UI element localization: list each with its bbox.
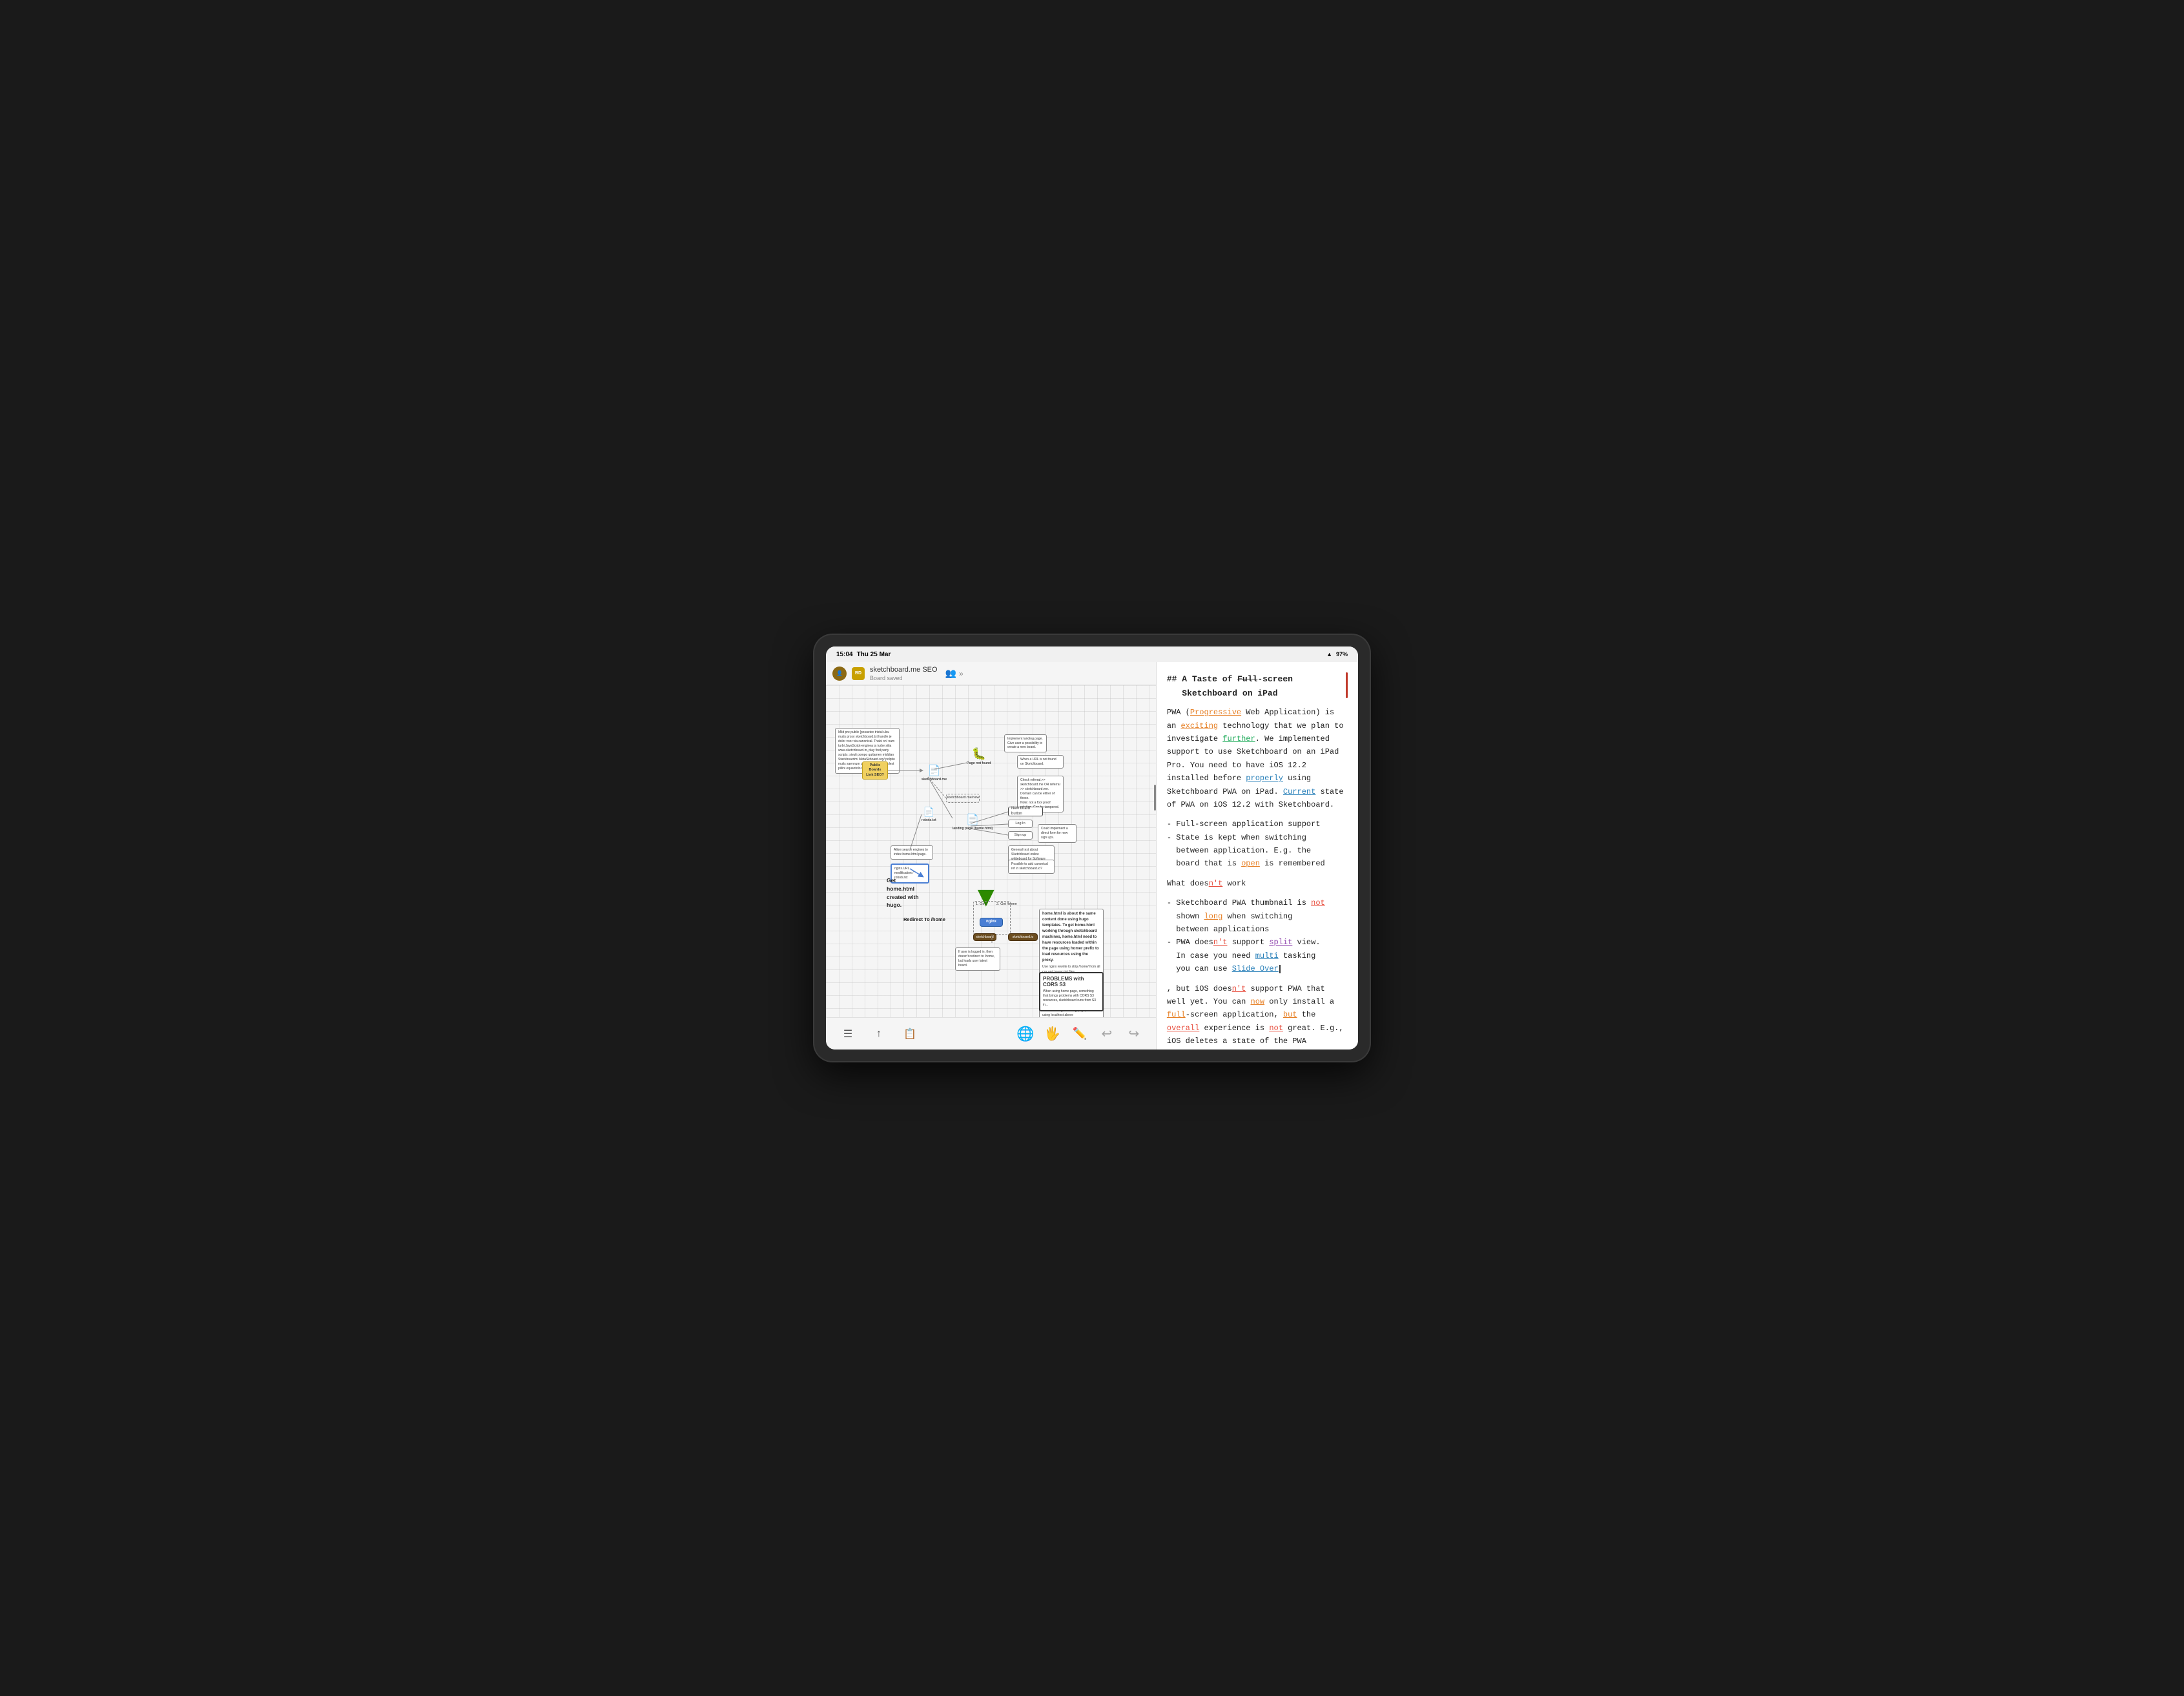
problems-box: PROBLEMS with CORS S3 When using home pa… [1039,972,1104,1011]
top-bar: 👤 BD sketchboard.me SEO Board saved 👥 » [826,662,1156,685]
battery-display: 97% [1336,651,1348,657]
get-label-2: 2. Get /home [996,902,1017,906]
problems-title: PROBLEMS with CORS S3 [1043,976,1100,988]
time-display: 15:04 [836,651,853,658]
date-display: Thu 25 Mar [857,651,891,658]
robots-doc-node[interactable]: 📄 robots.txt [922,807,936,822]
sketchboard-new-node[interactable]: sketchboard.me/new [946,794,980,803]
canvas-area[interactable]: 👤 BD sketchboard.me SEO Board saved 👥 » [826,662,1156,1050]
toolbar-right: 🌐 🖐 ✏️ ↩ ↪ [1016,1025,1143,1043]
redirect-label: Redirect To /home [903,916,945,924]
sign-up-node[interactable]: Sign up [1008,831,1033,840]
sketchboard-doc-node[interactable]: 📄 sketchboard.me [922,764,947,781]
pencil-tool[interactable]: ✏️ [1071,1025,1089,1043]
panel-bullets-2: - Sketchboard PWA thumbnail is not shown… [1167,896,1348,975]
sketchboard-node-1[interactable]: sketchboard [973,933,996,941]
people-icon[interactable]: 👥 [945,668,956,679]
more-icon[interactable]: » [959,669,963,678]
page-not-found-node[interactable]: 🐛 Page not found [967,747,991,765]
list-tool[interactable]: ☰ [839,1025,857,1043]
get-home-label: Gethome.htmlcreated withhugo. [887,876,919,909]
yellow-node[interactable]: Public Boards Link SEO? [862,761,888,780]
text-panel: ## A Taste of Full-screen Sketchboard on… [1156,662,1358,1050]
could-implement-note: Could implement a direct form for new si… [1038,824,1077,843]
board-badge: BD [852,667,865,680]
panel-bullets-1: - Full-screen application support - Stat… [1167,818,1348,871]
undo-tool[interactable]: ↩ [1098,1025,1116,1043]
allow-search-note: Allow search engines to index home.html … [891,845,933,860]
text-scrollbar[interactable] [1346,672,1348,698]
user-logged-note: If user is logged in, then doesn't redir… [955,947,1000,971]
problems-content: When using home page, something that bri… [1043,989,1100,1008]
status-bar: 15:04 Thu 25 Mar ▲ 97% [826,646,1358,662]
wifi-icon: ▲ [1326,651,1332,657]
top-bar-info: sketchboard.me SEO Board saved [870,666,938,681]
sketchboard-node-2[interactable]: sketchboard.io [1008,933,1038,941]
avatar: 👤 [832,667,847,681]
nginx-node[interactable]: nginx [980,918,1003,927]
new-board-button-node[interactable]: New board button [1008,807,1043,816]
ipad-frame: 15:04 Thu 25 Mar ▲ 97% 👤 BD sketchboard.… [814,635,1370,1061]
status-left: 15:04 Thu 25 Mar [836,651,891,658]
status-right: ▲ 97% [1326,651,1348,657]
document-tool[interactable]: 📋 [901,1025,919,1043]
ipad-screen: 15:04 Thu 25 Mar ▲ 97% 👤 BD sketchboard.… [826,646,1358,1050]
toolbar-left: ☰ ↑ 📋 [839,1025,919,1043]
hand-tool[interactable]: 🖐 [1044,1025,1062,1043]
panel-para-1: PWA (Progressive Web Application) is an … [1167,706,1348,811]
url-not-found-note: When a URL is not found on Sketchboard. [1017,755,1064,769]
canonical-note: Possible to add canonical ref in sketchb… [1008,860,1055,874]
globe-tool[interactable]: 🌐 [1016,1025,1035,1043]
log-in-node[interactable]: Log In [1008,820,1033,828]
scrollbar[interactable] [1154,785,1156,811]
board-title: sketchboard.me SEO [870,666,938,674]
landing-page-node[interactable]: 📄 landing page (home.html) [953,813,993,831]
board-status: Board saved [870,675,938,681]
implement-note: Implement landing page.Give user a possi… [1004,734,1047,752]
redo-tool[interactable]: ↪ [1125,1025,1143,1043]
get-label-1: 1. Get / [976,902,987,906]
app-content: 👤 BD sketchboard.me SEO Board saved 👥 » [826,662,1358,1050]
canvas-grid[interactable]: Mild pre public [posuetec tristul ulsu m… [826,685,1156,1017]
upload-tool[interactable]: ↑ [870,1025,888,1043]
panel-para-3: , but iOS doesn't support PWA that well … [1167,982,1348,1050]
bottom-toolbar: ☰ ↑ 📋 🌐 🖐 ✏️ ↩ ↪ [826,1017,1156,1050]
panel-whats-wrong: What doesn't work [1167,877,1348,890]
panel-heading: ## A Taste of Full-screen Sketchboard on… [1167,672,1348,701]
top-bar-icons: 👥 » [945,668,963,679]
